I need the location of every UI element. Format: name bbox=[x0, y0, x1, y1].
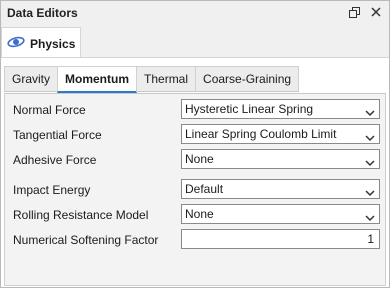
adhesive-force-select[interactable]: None bbox=[181, 149, 380, 169]
physics-tab[interactable]: Physics bbox=[1, 27, 81, 57]
physics-orbit-icon bbox=[7, 35, 25, 52]
chevron-down-icon bbox=[365, 104, 375, 122]
normal-force-select[interactable]: Hysteretic Linear Spring bbox=[181, 99, 380, 119]
chevron-down-icon bbox=[365, 209, 375, 227]
tangential-force-label: Tangential Force bbox=[13, 128, 102, 142]
softening-factor-input[interactable]: 1 bbox=[181, 229, 380, 249]
chevron-down-icon bbox=[365, 184, 375, 202]
tangential-force-value: Linear Spring Coulomb Limit bbox=[185, 127, 337, 141]
impact-energy-select[interactable]: Default bbox=[181, 179, 380, 199]
data-editors-window: Data Editors Physics Gravity Momentum Th… bbox=[0, 0, 390, 288]
titlebar-controls bbox=[347, 5, 383, 19]
adhesive-force-label: Adhesive Force bbox=[13, 153, 97, 167]
tangential-force-select[interactable]: Linear Spring Coulomb Limit bbox=[181, 124, 380, 144]
chevron-down-icon bbox=[365, 129, 375, 147]
tab-thermal[interactable]: Thermal bbox=[136, 66, 197, 92]
restore-icon[interactable] bbox=[347, 5, 361, 19]
rolling-resistance-select[interactable]: None bbox=[181, 204, 380, 224]
sub-tabs: Gravity Momentum Thermal Coarse-Graining bbox=[4, 66, 300, 93]
tab-coarse-graining[interactable]: Coarse-Graining bbox=[195, 66, 300, 92]
chevron-down-icon bbox=[365, 154, 375, 172]
physics-tab-strip: Physics bbox=[1, 25, 389, 58]
tab-momentum[interactable]: Momentum bbox=[57, 66, 138, 93]
rolling-resistance-value: None bbox=[185, 207, 214, 221]
window-title: Data Editors bbox=[7, 6, 78, 20]
titlebar: Data Editors bbox=[1, 1, 389, 25]
impact-energy-label: Impact Energy bbox=[13, 183, 91, 197]
tab-gravity[interactable]: Gravity bbox=[4, 66, 59, 92]
rolling-resistance-label: Rolling Resistance Model bbox=[13, 208, 149, 222]
physics-tab-label: Physics bbox=[30, 37, 76, 51]
physics-panel: Gravity Momentum Thermal Coarse-Graining… bbox=[1, 58, 389, 287]
softening-factor-label: Numerical Softening Factor bbox=[13, 233, 159, 247]
normal-force-value: Hysteretic Linear Spring bbox=[185, 102, 314, 116]
close-icon[interactable] bbox=[369, 5, 383, 19]
momentum-settings: Normal Force Hysteretic Linear Spring Ta… bbox=[4, 93, 386, 286]
adhesive-force-value: None bbox=[185, 152, 214, 166]
impact-energy-value: Default bbox=[185, 182, 224, 196]
normal-force-label: Normal Force bbox=[13, 103, 86, 117]
